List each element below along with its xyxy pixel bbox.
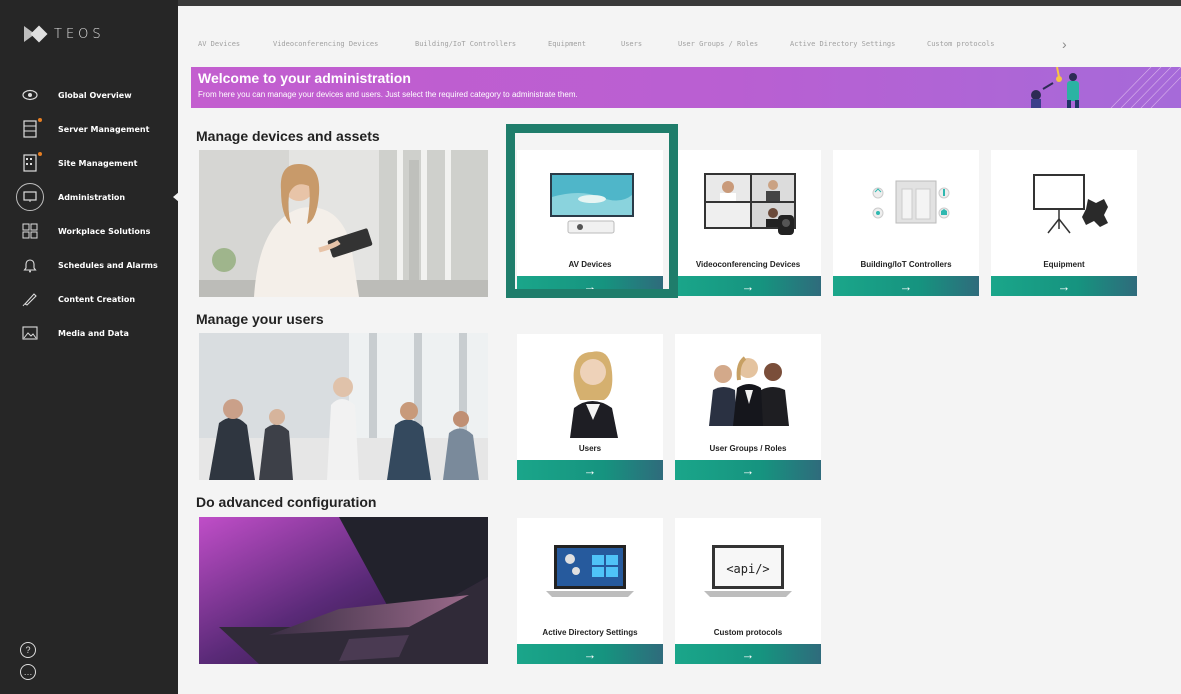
sidebar-item-site-management[interactable]: Site Management (0, 146, 178, 180)
monitor-icon (16, 183, 44, 211)
notification-dot (38, 152, 42, 156)
custom-protocols-image: <api/> (675, 518, 821, 622)
section-title-advanced: Do advanced configuration (196, 494, 377, 510)
sidebar-item-server-management[interactable]: Server Management (0, 112, 178, 146)
api-text: <api/> (726, 562, 769, 576)
active-indicator (173, 192, 179, 202)
users-hero-image (199, 333, 488, 480)
tab-custom-protocols[interactable]: Custom protocols (927, 40, 994, 48)
card-users[interactable]: Users → (517, 334, 663, 480)
av-devices-image (517, 150, 663, 254)
users-image (517, 334, 663, 438)
image-icon (20, 323, 40, 343)
tab-users[interactable]: Users (621, 40, 642, 48)
building-icon (20, 152, 42, 173)
top-border (178, 0, 1181, 6)
advanced-hero-image (199, 517, 488, 664)
logo-mark-icon (24, 26, 46, 42)
sidebar-item-label: Server Management (58, 124, 150, 134)
tabs-next-chevron-icon[interactable]: › (1062, 36, 1067, 52)
card-label: Equipment (1043, 260, 1085, 269)
sidebar: TEOS Global Overview Server Management S… (0, 0, 179, 694)
pen-icon (20, 289, 40, 309)
sidebar-item-label: Content Creation (58, 294, 136, 304)
equipment-arrow-button[interactable]: → (991, 276, 1137, 296)
card-label: AV Devices (568, 260, 612, 269)
teos-logo[interactable]: TEOS (24, 26, 105, 42)
sidebar-item-label: Administration (58, 192, 126, 202)
active-directory-arrow-button[interactable]: → (517, 644, 663, 664)
sidebar-nav: Global Overview Server Management Site M… (0, 78, 179, 350)
server-icon (20, 118, 42, 139)
card-active-directory-settings[interactable]: Active Directory Settings → (517, 518, 663, 664)
sidebar-item-label: Media and Data (58, 328, 129, 338)
help-icon[interactable]: ? (20, 642, 36, 658)
sidebar-item-label: Global Overview (58, 90, 132, 100)
sidebar-item-content-creation[interactable]: Content Creation (0, 282, 178, 316)
card-label: Videoconferencing Devices (695, 260, 801, 269)
user-groups-arrow-button[interactable]: → (675, 460, 821, 480)
grid-icon (20, 221, 40, 241)
user-groups-image (675, 334, 821, 438)
active-directory-image (517, 518, 663, 622)
sidebar-item-administration[interactable]: Administration (0, 180, 179, 214)
card-label: Custom protocols (713, 628, 783, 637)
category-tabs: AV Devices Videoconferencing Devices Bui… (178, 36, 1181, 52)
notification-dot (38, 118, 42, 122)
iot-controllers-arrow-button[interactable]: → (833, 276, 979, 296)
tab-user-groups-roles[interactable]: User Groups / Roles (678, 40, 758, 48)
sidebar-item-media-and-data[interactable]: Media and Data (0, 316, 178, 350)
card-equipment[interactable]: Equipment → (991, 150, 1137, 296)
tab-equipment[interactable]: Equipment (548, 40, 586, 48)
sidebar-item-workplace-solutions[interactable]: Workplace Solutions (0, 214, 178, 248)
banner-illustration (1031, 67, 1181, 108)
sidebar-item-label: Workplace Solutions (58, 226, 151, 236)
card-label: Active Directory Settings (542, 628, 638, 637)
logo-text: TEOS (54, 26, 105, 42)
card-videoconferencing-devices[interactable]: Videoconferencing Devices → (675, 150, 821, 296)
av-devices-arrow-button[interactable]: → (517, 276, 663, 296)
sidebar-item-label: Site Management (58, 158, 138, 168)
card-label: User Groups / Roles (709, 444, 787, 453)
sidebar-item-global-overview[interactable]: Global Overview (0, 78, 178, 112)
users-arrow-button[interactable]: → (517, 460, 663, 480)
card-building-iot-controllers[interactable]: Building/IoT Controllers → (833, 150, 979, 296)
videoconferencing-arrow-button[interactable]: → (675, 276, 821, 296)
chat-icon[interactable]: … (20, 664, 36, 680)
app-root: TEOS Global Overview Server Management S… (0, 0, 1181, 694)
banner-title: Welcome to your administration (198, 70, 411, 86)
sidebar-bottom: ? … (20, 636, 36, 680)
section-title-devices: Manage devices and assets (196, 128, 380, 144)
videoconferencing-image (675, 150, 821, 254)
card-label: Users (578, 444, 602, 453)
eye-icon (20, 85, 40, 105)
welcome-banner: Welcome to your administration From here… (191, 67, 1181, 108)
custom-protocols-arrow-button[interactable]: → (675, 644, 821, 664)
card-user-groups-roles[interactable]: User Groups / Roles → (675, 334, 821, 480)
tab-active-directory-settings[interactable]: Active Directory Settings (790, 40, 895, 48)
equipment-image (991, 150, 1137, 254)
bell-icon (20, 255, 40, 275)
card-label: Building/IoT Controllers (860, 260, 952, 269)
tab-av-devices[interactable]: AV Devices (198, 40, 240, 48)
sidebar-item-label: Schedules and Alarms (58, 260, 158, 270)
card-custom-protocols[interactable]: <api/> Custom protocols → (675, 518, 821, 664)
iot-controllers-image (833, 150, 979, 254)
tab-building-iot-controllers[interactable]: Building/IoT Controllers (415, 40, 516, 48)
sidebar-item-schedules-and-alarms[interactable]: Schedules and Alarms (0, 248, 178, 282)
banner-subtitle: From here you can manage your devices an… (198, 90, 578, 99)
card-av-devices[interactable]: AV Devices → (517, 150, 663, 296)
section-title-users: Manage your users (196, 311, 324, 327)
devices-hero-image (199, 150, 488, 297)
tab-videoconferencing-devices[interactable]: Videoconferencing Devices (273, 40, 378, 48)
